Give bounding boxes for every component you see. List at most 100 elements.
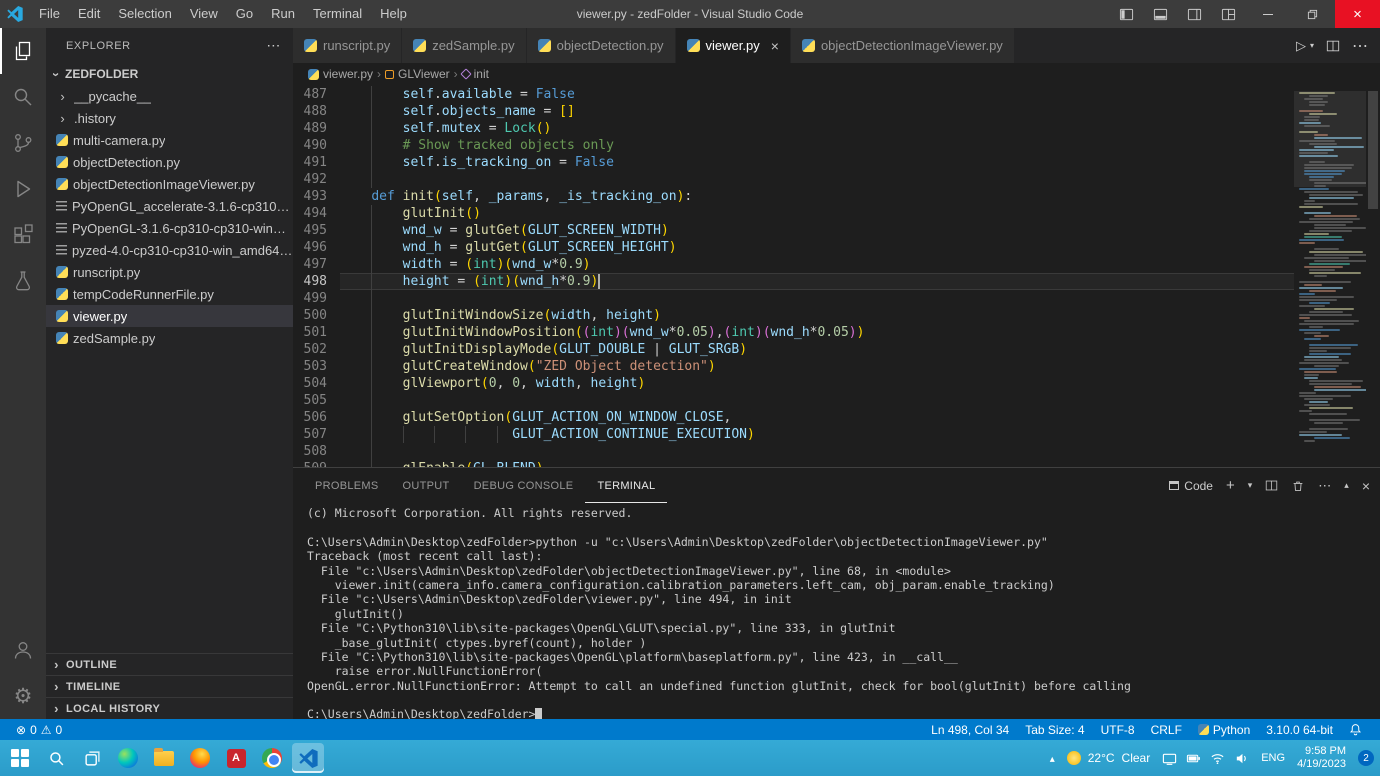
kill-terminal-icon[interactable] (1291, 479, 1305, 493)
file-explorer-icon[interactable] (148, 743, 180, 773)
line-number[interactable]: 506 (293, 409, 340, 426)
sidebar-section-local-history[interactable]: ›LOCAL HISTORY (46, 697, 293, 719)
encoding-status[interactable]: UTF-8 (1093, 719, 1143, 740)
line-number[interactable]: 493 (293, 188, 340, 205)
minimap[interactable] (1294, 85, 1366, 467)
vscode-taskbar-icon[interactable] (292, 743, 324, 773)
maximize-panel-icon[interactable]: ▴ (1344, 480, 1349, 491)
line-number[interactable]: 507 (293, 426, 340, 443)
code-line[interactable]: 504 glViewport(0, 0, width, height) (293, 375, 1294, 392)
panel-tab-debug-console[interactable]: DEBUG CONSOLE (462, 468, 586, 503)
line-number[interactable]: 497 (293, 256, 340, 273)
problems-status[interactable]: ⊗ 0 ⚠ 0 (8, 719, 70, 740)
line-number[interactable]: 509 (293, 460, 340, 467)
code-line[interactable]: 498 height = (int)(wnd_h*0.9) (293, 273, 1294, 290)
folder-root[interactable]: › ZEDFOLDER (46, 63, 293, 85)
line-number[interactable]: 495 (293, 222, 340, 239)
start-button[interactable] (4, 743, 36, 773)
run-and-debug-icon[interactable] (0, 166, 46, 212)
menu-item-terminal[interactable]: Terminal (304, 0, 371, 28)
split-editor-icon[interactable] (1326, 39, 1340, 53)
code-line[interactable]: 505 (293, 392, 1294, 409)
line-number[interactable]: 489 (293, 120, 340, 137)
panel-tab-problems[interactable]: PROBLEMS (303, 468, 391, 503)
split-terminal-icon[interactable] (1265, 479, 1278, 492)
menu-item-view[interactable]: View (181, 0, 227, 28)
line-number[interactable]: 491 (293, 154, 340, 171)
line-number[interactable]: 508 (293, 443, 340, 460)
customize-layout-icon[interactable] (1211, 0, 1245, 28)
line-number[interactable]: 504 (293, 375, 340, 392)
menu-item-run[interactable]: Run (262, 0, 304, 28)
code-line[interactable]: 497 width = (int)(wnd_w*0.9) (293, 256, 1294, 273)
cursor-position[interactable]: Ln 498, Col 34 (923, 719, 1017, 740)
system-tray[interactable] (1162, 751, 1249, 766)
toggle-sidebar-icon[interactable] (1109, 0, 1143, 28)
file-row[interactable]: objectDetectionImageViewer.py (46, 173, 293, 195)
code-line[interactable]: 491 self.is_tracking_on = False (293, 154, 1294, 171)
menu-item-help[interactable]: Help (371, 0, 416, 28)
run-python-file-icon[interactable]: ▷ (1296, 38, 1306, 54)
terminal-output[interactable]: (c) Microsoft Corporation. All rights re… (293, 503, 1380, 719)
code-line[interactable]: 502 glutInitDisplayMode(GLUT_DOUBLE | GL… (293, 341, 1294, 358)
file-row[interactable]: ›.history (46, 107, 293, 129)
line-number[interactable]: 500 (293, 307, 340, 324)
line-number[interactable]: 487 (293, 86, 340, 103)
firefox-icon[interactable] (184, 743, 216, 773)
line-number[interactable]: 494 (293, 205, 340, 222)
code-line[interactable]: 496 wnd_h = glutGet(GLUT_SCREEN_HEIGHT) (293, 239, 1294, 256)
toggle-secondary-sidebar-icon[interactable] (1177, 0, 1211, 28)
file-row[interactable]: objectDetection.py (46, 151, 293, 173)
breadcrumb-item-viewer.py[interactable]: viewer.py (308, 67, 373, 81)
panel-tab-output[interactable]: OUTPUT (391, 468, 462, 503)
code-line[interactable]: 508 (293, 443, 1294, 460)
code-line[interactable]: 494 glutInit() (293, 205, 1294, 222)
terminal-dropdown-icon[interactable]: ▾ (1248, 480, 1253, 491)
code-lines[interactable]: 487 self.available = False488 self.objec… (293, 85, 1294, 467)
toggle-panel-icon[interactable] (1143, 0, 1177, 28)
code-line[interactable]: 509 glEnable(GL_BLEND) (293, 460, 1294, 467)
minimize-button[interactable] (1245, 0, 1290, 28)
eol-status[interactable]: CRLF (1143, 719, 1190, 740)
chrome-icon[interactable] (256, 743, 288, 773)
settings-gear-icon[interactable]: ⚙ (0, 673, 46, 719)
code-line[interactable]: 493 def init(self, _params, _is_tracking… (293, 188, 1294, 205)
close-button[interactable]: × (1335, 0, 1380, 28)
vertical-scrollbar[interactable] (1366, 85, 1380, 467)
restore-button[interactable] (1290, 0, 1335, 28)
panel-more-actions-icon[interactable]: ⋯ (1318, 478, 1331, 494)
menu-item-edit[interactable]: Edit (69, 0, 109, 28)
notification-badge[interactable]: 2 (1358, 750, 1374, 766)
code-line[interactable]: 506 glutSetOption(GLUT_ACTION_ON_WINDOW_… (293, 409, 1294, 426)
line-number[interactable]: 501 (293, 324, 340, 341)
line-number[interactable]: 503 (293, 358, 340, 375)
tab-viewer.py[interactable]: viewer.py× (676, 28, 791, 63)
python-interpreter[interactable]: 3.10.0 64-bit (1258, 719, 1341, 740)
file-row[interactable]: pyzed-4.0-cp310-cp310-win_amd64.whl (46, 239, 293, 261)
indentation-status[interactable]: Tab Size: 4 (1017, 719, 1092, 740)
accounts-icon[interactable] (0, 627, 46, 673)
file-row[interactable]: runscript.py (46, 261, 293, 283)
taskbar-search-icon[interactable] (40, 743, 72, 773)
explorer-icon[interactable] (0, 28, 46, 74)
code-line[interactable]: 501 glutInitWindowPosition((int)(wnd_w*0… (293, 324, 1294, 341)
tab-runscript.py[interactable]: runscript.py (293, 28, 402, 63)
code-line[interactable]: 490 # Show tracked objects only (293, 137, 1294, 154)
new-terminal-icon[interactable]: + (1226, 477, 1235, 494)
editor-more-actions-icon[interactable]: ⋯ (1352, 36, 1368, 56)
task-view-icon[interactable] (76, 743, 108, 773)
extensions-icon[interactable] (0, 212, 46, 258)
sidebar-section-outline[interactable]: ›OUTLINE (46, 653, 293, 675)
code-line[interactable]: 489 self.mutex = Lock() (293, 120, 1294, 137)
close-panel-icon[interactable]: × (1362, 478, 1370, 494)
terminal-profile[interactable]: Code (1169, 479, 1213, 493)
line-number[interactable]: 490 (293, 137, 340, 154)
file-row[interactable]: PyOpenGL-3.1.6-cp310-cp310-win_amd... (46, 217, 293, 239)
code-line[interactable]: 488 self.objects_name = [] (293, 103, 1294, 120)
code-line[interactable]: 487 self.available = False (293, 86, 1294, 103)
code-line[interactable]: 503 glutCreateWindow("ZED Object detecti… (293, 358, 1294, 375)
code-line[interactable]: 507 GLUT_ACTION_CONTINUE_EXECUTION) (293, 426, 1294, 443)
breadcrumb-item-init[interactable]: init (462, 67, 489, 81)
scrollbar-thumb[interactable] (1368, 91, 1378, 209)
menu-item-selection[interactable]: Selection (109, 0, 180, 28)
